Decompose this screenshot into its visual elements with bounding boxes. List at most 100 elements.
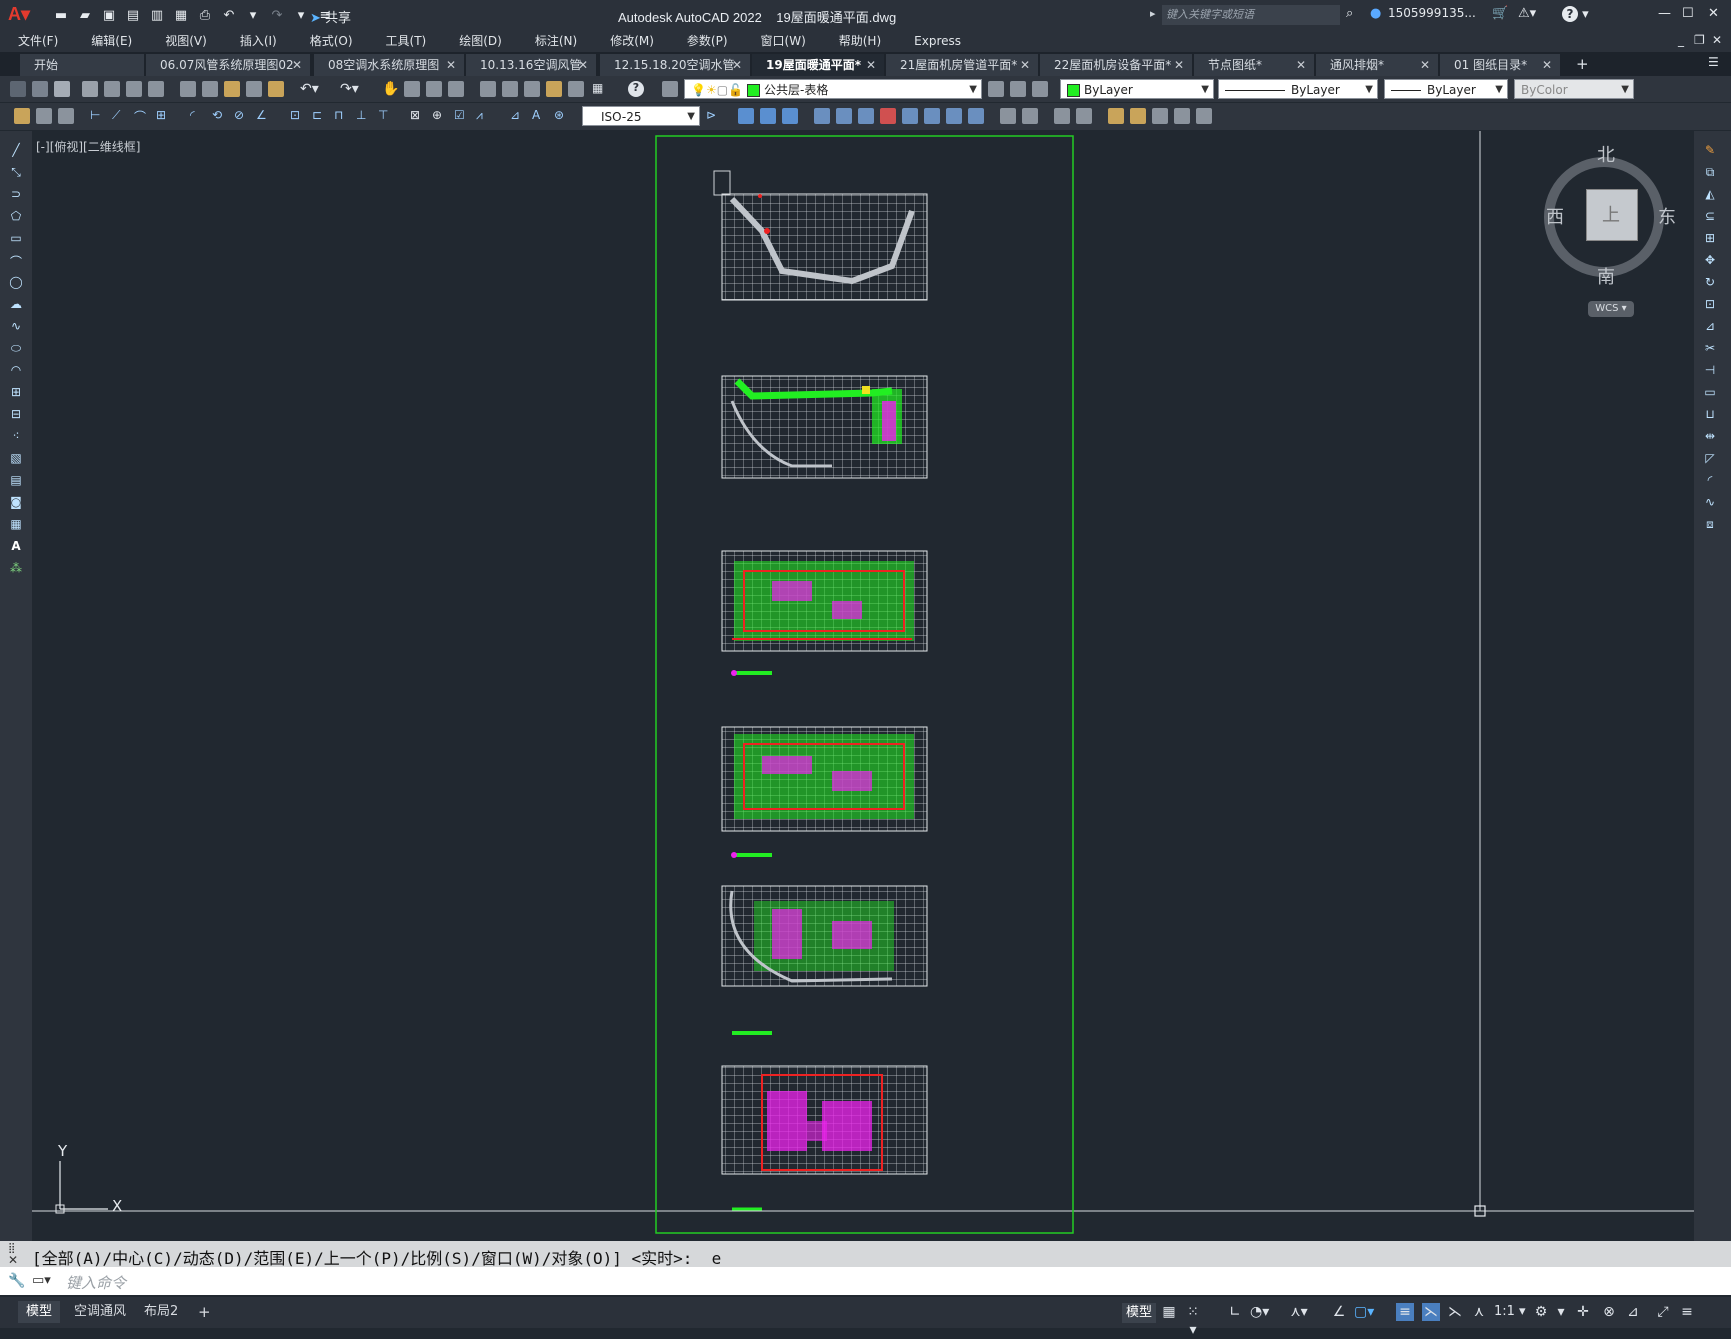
dim-break-icon[interactable]: ⊤	[378, 108, 394, 124]
tab-close-icon[interactable]: ✕	[1174, 54, 1184, 76]
arc-icon[interactable]: ⌒	[8, 253, 24, 269]
drawing-canvas[interactable]: Y X 上 北 南 东 西 WCS ▾	[32, 131, 1694, 1241]
visual-style-wire-icon[interactable]	[1000, 108, 1016, 124]
hyperlink-icon[interactable]	[1196, 108, 1212, 124]
annotation-scale-icon[interactable]: ⋏	[1470, 1303, 1488, 1321]
tab-file[interactable]: 21屋面机房管道平面* ✕	[886, 54, 1038, 76]
tab-file[interactable]: 08空调水系统原理图 ✕	[314, 54, 464, 76]
revolve-icon[interactable]	[836, 108, 852, 124]
floor-plan-5[interactable]	[721, 885, 928, 1035]
doc-close-icon[interactable]: ✕	[1712, 33, 1722, 47]
open-icon[interactable]: ▰	[76, 6, 94, 24]
zoom-window-icon[interactable]	[426, 81, 442, 97]
model-space[interactable]	[32, 131, 1694, 1241]
design-center-icon[interactable]	[502, 81, 518, 97]
polygon-icon[interactable]: ⬠	[8, 209, 24, 223]
explode-icon[interactable]: ⧈	[1702, 517, 1718, 531]
block-editor-icon[interactable]	[268, 81, 284, 97]
tab-file[interactable]: 22屋面机房设备平面* ✕	[1040, 54, 1192, 76]
save-web-icon[interactable]: ▦	[172, 6, 190, 24]
search-input[interactable]: 键入关键字或短语	[1162, 5, 1340, 25]
arc-length-icon[interactable]: ⌒	[134, 108, 150, 124]
menu-tools[interactable]: 工具(T)	[368, 30, 442, 52]
array-icon[interactable]: ⊞	[1702, 231, 1718, 245]
radius-dim-icon[interactable]: ◜	[190, 108, 206, 124]
compass-south[interactable]: 南	[1597, 263, 1615, 289]
rectangle-icon[interactable]: ▭	[8, 231, 24, 245]
menu-dimension[interactable]: 标注(N)	[517, 30, 592, 52]
tab-close-icon[interactable]: ✕	[446, 54, 456, 76]
recent-commands-icon[interactable]: ▭▾	[32, 1273, 51, 1288]
annotation-visibility-icon[interactable]: ⋋	[1422, 1303, 1440, 1321]
annotation-scale-value[interactable]: 1:1 ▾	[1494, 1304, 1526, 1319]
continue-dim-icon[interactable]: ⊓	[334, 108, 350, 124]
table-icon[interactable]: ▦	[8, 517, 24, 531]
dim-space-icon[interactable]: ⊥	[356, 108, 372, 124]
center-mark-icon[interactable]: ⊕	[432, 108, 448, 124]
menu-format[interactable]: 格式(O)	[292, 30, 368, 52]
properties-icon[interactable]	[480, 81, 496, 97]
command-close-icon[interactable]: ✕	[8, 1253, 18, 1267]
image-icon[interactable]	[1152, 108, 1168, 124]
print-preview-icon[interactable]	[104, 81, 120, 97]
fullscreen-icon[interactable]: ⤢	[1654, 1303, 1672, 1321]
sheet-set-icon[interactable]	[546, 81, 562, 97]
lineweight-dropdown[interactable]: ByLayer ▼	[1384, 79, 1508, 99]
close-icon[interactable]: ✕	[1708, 6, 1719, 21]
offset-icon[interactable]: ⊆	[1702, 209, 1718, 223]
linetype-dropdown[interactable]: ByLayer ▼	[1218, 79, 1378, 99]
publish-icon[interactable]	[126, 81, 142, 97]
search-expand-icon[interactable]: ▸	[1150, 7, 1156, 20]
share-button[interactable]: ➤ 共享	[310, 7, 351, 26]
copy-icon[interactable]	[202, 81, 218, 97]
render-icon[interactable]	[1054, 108, 1070, 124]
copy-object-icon[interactable]: ⧉	[1702, 165, 1718, 179]
object-snap-icon[interactable]: ▢▾	[1354, 1303, 1374, 1321]
isolate-objects-icon[interactable]: ⊗	[1600, 1303, 1618, 1321]
markup-icon[interactable]	[568, 81, 584, 97]
menu-view[interactable]: 视图(V)	[147, 30, 222, 52]
object-snap-tracking-icon[interactable]: ∠	[1330, 1303, 1348, 1321]
ellipse-icon[interactable]: ⬭	[8, 341, 24, 355]
tab-close-icon[interactable]: ✕	[1296, 54, 1306, 76]
isodraft-icon[interactable]: ⋏▾	[1290, 1303, 1308, 1321]
redo-toolbar-icon[interactable]: ↷▾	[340, 81, 359, 97]
layout-tab[interactable]: 布局2	[136, 1301, 186, 1323]
command-line[interactable]: 🔧 ▭▾ 键入命令	[0, 1267, 1731, 1295]
tab-close-icon[interactable]: ✕	[1420, 54, 1430, 76]
union-icon[interactable]	[738, 108, 754, 124]
save-file-icon[interactable]	[54, 81, 70, 97]
grid-icon[interactable]: ▦	[1160, 1303, 1178, 1321]
viewport-controls[interactable]: [-][俯视][二维线框]	[36, 138, 140, 155]
save-icon[interactable]: ▣	[100, 6, 118, 24]
hatch-back-icon[interactable]	[58, 108, 74, 124]
break-at-point-icon[interactable]: ▭	[1702, 385, 1718, 399]
jogged-linear-icon[interactable]: ⩘	[476, 108, 492, 124]
snap-icon[interactable]: ⁙▾	[1184, 1303, 1202, 1338]
zoom-previous-icon[interactable]	[448, 81, 464, 97]
floor-plan-3[interactable]	[721, 550, 928, 676]
tab-file[interactable]: 06.07风管系统原理图02 ✕	[146, 54, 310, 76]
wcs-menu-button[interactable]: WCS ▾	[1588, 301, 1634, 317]
quickcalc-icon[interactable]: ▦	[592, 81, 608, 97]
rotate-icon[interactable]: ↻	[1702, 275, 1718, 289]
multiline-text-icon[interactable]: A	[8, 539, 24, 553]
match-properties-icon[interactable]	[246, 81, 262, 97]
blend-curves-icon[interactable]: ∿	[1702, 495, 1718, 509]
layout-tab-model[interactable]: 模型	[18, 1301, 61, 1323]
tab-close-icon[interactable]: ✕	[1020, 54, 1030, 76]
maximize-icon[interactable]: ☐	[1682, 6, 1694, 21]
menu-express[interactable]: Express	[896, 30, 976, 52]
dimstyle-manager-icon[interactable]: ⊳	[706, 108, 722, 124]
ellipse-arc-icon[interactable]: ◠	[8, 363, 24, 377]
ortho-icon[interactable]: ∟	[1226, 1303, 1244, 1321]
point-icon[interactable]: ⁖	[8, 429, 24, 443]
baseline-dim-icon[interactable]: ⊏	[312, 108, 328, 124]
autodesk-app-icon[interactable]: ⚠▾	[1518, 6, 1536, 21]
3d-print-icon[interactable]	[148, 81, 164, 97]
dim-text-edit-icon[interactable]: A	[532, 108, 548, 124]
polyline-icon[interactable]: ⊃	[8, 187, 24, 201]
layer-dropdown[interactable]: 💡☀▢🔓 公共层-表格 ▼	[684, 79, 982, 99]
color-dropdown[interactable]: ByLayer ▼	[1060, 79, 1214, 99]
extend-icon[interactable]: ⊣	[1702, 363, 1718, 377]
